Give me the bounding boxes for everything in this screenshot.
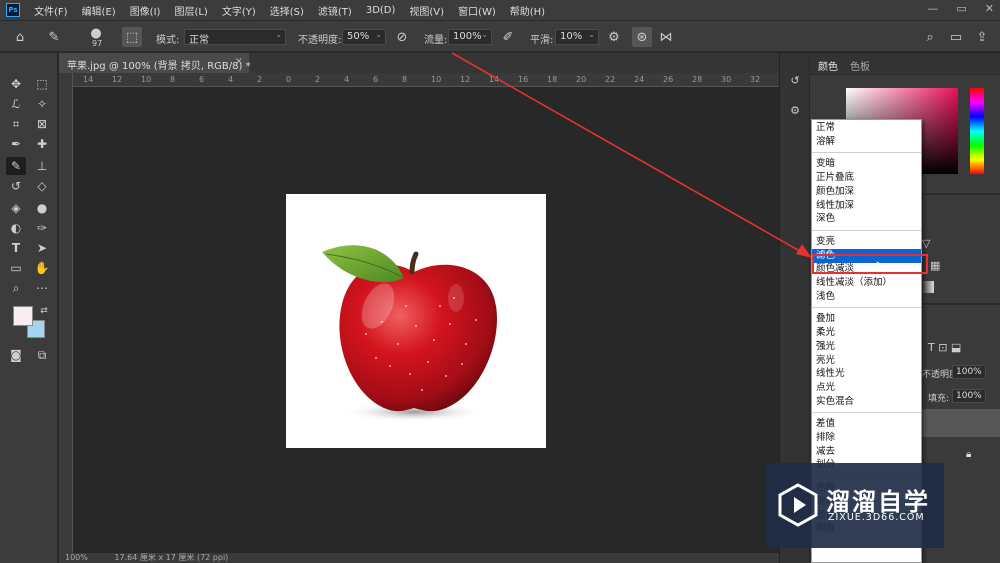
blend-separator <box>812 307 921 309</box>
blend-mode-option[interactable]: 柔光 <box>812 326 921 340</box>
blend-mode-option[interactable]: 浅色 <box>812 290 921 304</box>
blend-mode-option[interactable]: 颜色加深 <box>812 185 921 199</box>
mouse-cursor-icon: ➤ <box>875 258 886 272</box>
blend-mode-option[interactable]: 强光 <box>812 340 921 354</box>
blend-mode-option[interactable]: 亮光 <box>812 354 921 368</box>
blend-mode-option[interactable]: 实色混合 <box>812 395 921 409</box>
blend-mode-option[interactable]: 正常 <box>812 121 921 135</box>
watermark-banner: 溜溜自学 ZIXUE.3D66.COM <box>766 463 944 548</box>
blend-mode-option[interactable]: 线性光 <box>812 367 921 381</box>
photoshop-window: Ps 文件(F) 编辑(E) 图像(I) 图层(L) 文字(Y) 选择(S) 滤… <box>0 0 1000 563</box>
blend-mode-option[interactable]: 线性加深 <box>812 199 921 213</box>
blend-mode-option[interactable]: 减去 <box>812 445 921 459</box>
blend-mode-option[interactable]: 变亮 <box>812 235 921 249</box>
blend-mode-option[interactable]: 排除 <box>812 431 921 445</box>
blend-mode-option[interactable]: 差值 <box>812 417 921 431</box>
blend-mode-option[interactable]: 深色 <box>812 212 921 226</box>
blend-mode-option[interactable]: 点光 <box>812 381 921 395</box>
annotation-highlight-box <box>812 254 928 274</box>
blend-mode-option[interactable]: 叠加 <box>812 312 921 326</box>
watermark-logo-icon <box>778 483 818 527</box>
blend-separator <box>812 152 921 154</box>
watermark-url: ZIXUE.3D66.COM <box>828 512 925 523</box>
blend-separator <box>812 229 921 231</box>
blend-separator <box>812 412 921 414</box>
blend-mode-option[interactable]: 线性减淡（添加） <box>812 276 921 290</box>
blend-mode-option[interactable]: 变暗 <box>812 157 921 171</box>
blend-mode-option[interactable]: 正片叠底 <box>812 171 921 185</box>
blend-mode-option[interactable]: 溶解 <box>812 135 921 149</box>
